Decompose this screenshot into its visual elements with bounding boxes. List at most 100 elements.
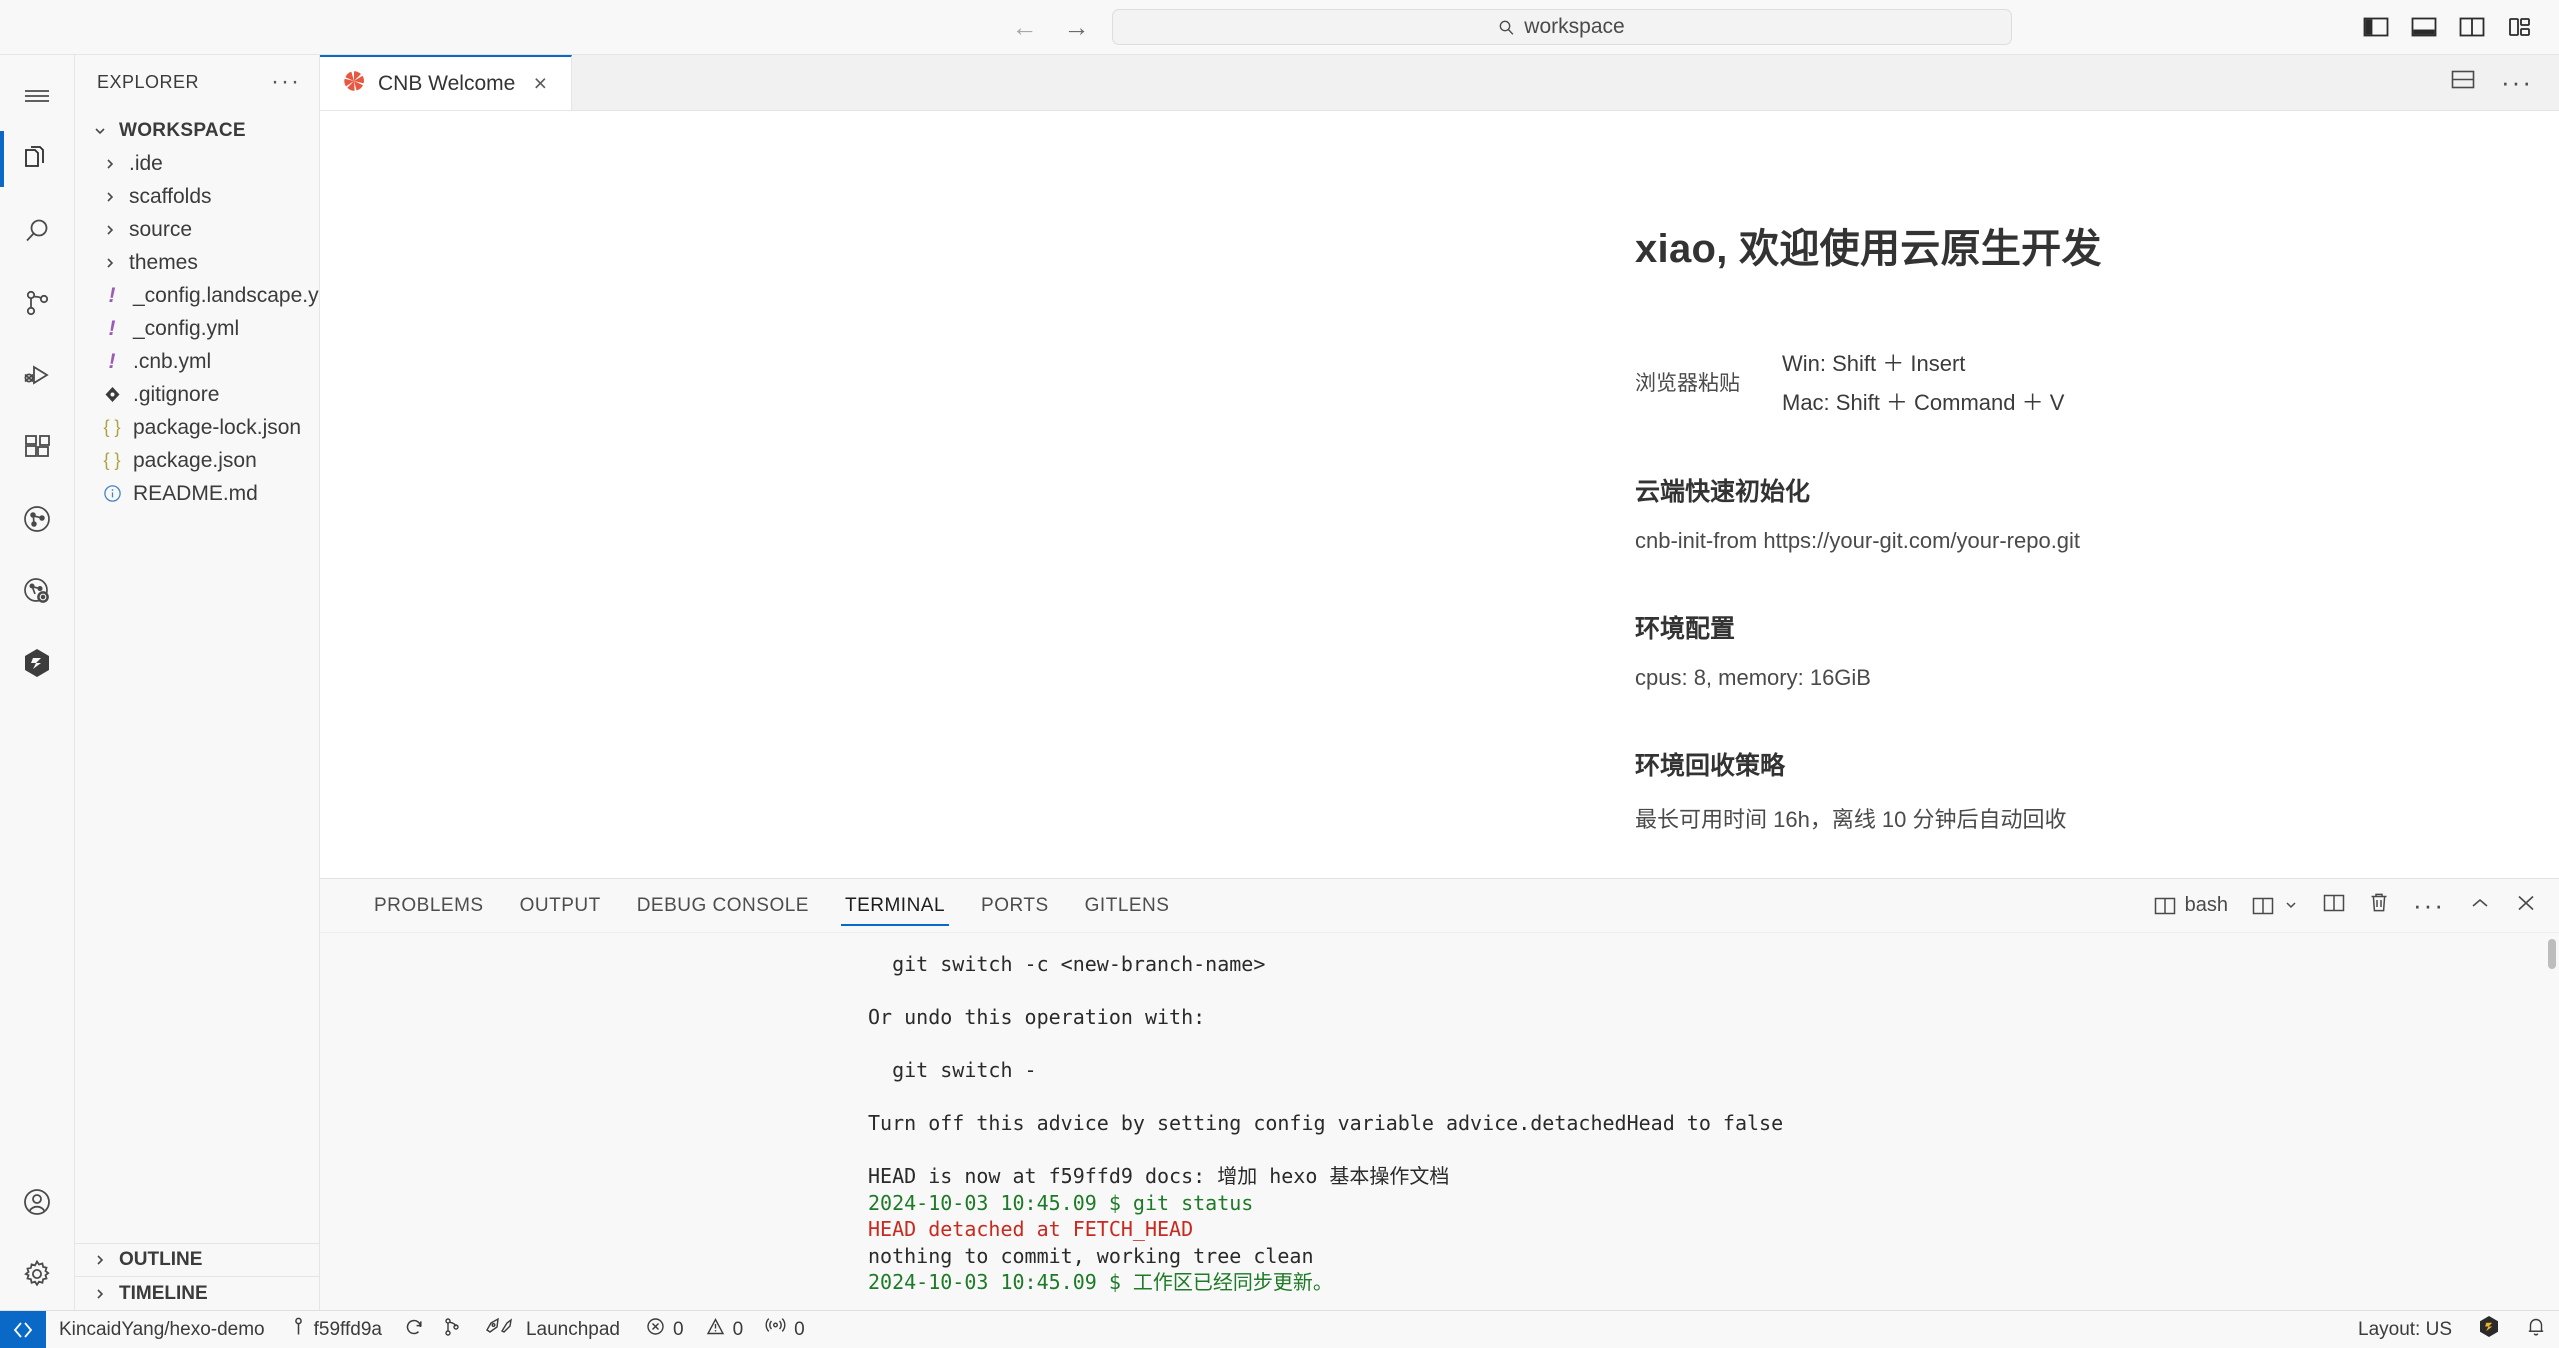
bottom-panel: PROBLEMS OUTPUT DEBUG CONSOLE TERMINAL P… [320,878,2559,1310]
trash-icon[interactable] [2369,892,2389,919]
search-icon[interactable] [0,195,75,267]
gear-icon[interactable] [0,1238,75,1310]
editor-column: CNB Welcome × ··· xiao, 欢迎使用云原生开发 浏览器粘贴 [320,55,2559,1310]
explorer-icon[interactable] [0,123,75,195]
sidebar-sections: OUTLINE TIMELINE [75,1243,319,1310]
terminal-line: nothing to commit, working tree clean [868,1243,1314,1268]
tree-item-label: _config.landscape.yml [133,283,319,307]
tree-item-file[interactable]: .gitignore [75,378,319,411]
toggle-panel-icon[interactable] [2411,16,2437,38]
tab-output[interactable]: OUTPUT [502,879,619,932]
status-warning-count[interactable]: 0 [697,1311,753,1348]
tree-item-file[interactable]: { } package-lock.json [75,411,319,444]
close-icon[interactable] [2515,893,2537,919]
toggle-secondary-sidebar-icon[interactable] [2459,16,2485,38]
status-git-branch[interactable]: f59ffd9a [278,1311,395,1348]
warning-icon [706,1317,725,1342]
editor-content: xiao, 欢迎使用云原生开发 浏览器粘贴 Win: Shift ＋ Inser… [320,111,2559,878]
tree-item-file[interactable]: ! _config.landscape.yml [75,279,320,312]
tree-item-folder[interactable]: scaffolds [75,180,319,213]
status-error-count[interactable]: 0 [633,1311,697,1348]
tab-gitlens[interactable]: GITLENS [1067,879,1188,932]
chevron-right-icon [89,1287,111,1301]
chevron-right-icon [99,190,121,204]
gitlens-inspect-icon[interactable] [0,555,75,627]
tab-debug-console[interactable]: DEBUG CONSOLE [619,879,827,932]
tree-root-workspace[interactable]: WORKSPACE [75,114,319,147]
arrow-left-icon[interactable]: ← [1008,10,1042,44]
sidebar-section-label: TIMELINE [119,1282,208,1304]
radio-tower-icon [765,1317,786,1342]
tree-item-file[interactable]: README.md [75,477,319,510]
tab-problems[interactable]: PROBLEMS [356,879,502,932]
status-repo-name[interactable]: KincaidYang/hexo-demo [46,1311,278,1348]
terminal-output[interactable]: git switch -c <new-branch-name> Or undo … [320,933,2559,1310]
tree-item-label: .gitignore [133,382,220,406]
sidebar-header: EXPLORER ··· [75,55,319,110]
tree-item-file[interactable]: { } package.json [75,444,319,477]
extensions-icon[interactable] [0,411,75,483]
menu-icon[interactable] [0,69,75,123]
search-input[interactable]: workspace [1111,9,2012,45]
bell-icon [2526,1316,2546,1343]
editor-tab-bar: CNB Welcome × ··· [320,55,2559,111]
tree-item-folder[interactable]: source [75,213,319,246]
gitlens-icon[interactable] [0,483,75,555]
markdown-file-icon [99,484,125,503]
split-terminal-icon[interactable] [2323,893,2345,919]
status-sync-changes[interactable] [395,1311,433,1348]
tree-item-file[interactable]: ! _config.yml [75,312,319,345]
panel-header: PROBLEMS OUTPUT DEBUG CONSOLE TERMINAL P… [320,879,2559,933]
tree-root-label: WORKSPACE [119,119,246,141]
status-label: Layout: US [2358,1318,2452,1340]
status-cnb[interactable] [2465,1311,2513,1348]
customize-layout-icon[interactable] [2507,16,2533,38]
close-icon[interactable]: × [527,70,553,97]
status-notifications[interactable] [2513,1311,2559,1348]
active-terminal-bash[interactable]: bash [2154,894,2228,917]
vscode-window: ← → workspace EXPLORER ··· WORKSPACE .id… [0,0,2559,1348]
chevron-up-icon[interactable] [2469,893,2491,919]
status-ports-count[interactable]: 0 [752,1311,818,1348]
json-file-icon: { } [103,417,121,437]
activity-bar [0,55,75,1310]
sidebar-more-actions-icon[interactable]: ··· [271,69,301,94]
status-bar-right: Layout: US [2345,1311,2559,1348]
status-gitlens-launchpad[interactable]: Launchpad [471,1311,633,1348]
split-editor-icon[interactable] [2451,69,2475,97]
toggle-primary-sidebar-icon[interactable] [2363,16,2389,38]
page-title: xiao, 欢迎使用云原生开发 [1635,227,2102,271]
cnb-cube-icon[interactable] [0,627,75,699]
section-heading-init: 云端快速初始化 [1635,478,1811,506]
panel-actions: bash ··· [2154,892,2537,919]
run-debug-icon[interactable] [0,339,75,411]
status-keyboard-layout[interactable]: Layout: US [2345,1311,2465,1348]
more-actions-icon[interactable]: ··· [2501,69,2533,94]
status-label: 0 [732,1318,744,1340]
tree-item-folder[interactable]: themes [75,246,319,279]
section-heading-env: 环境配置 [1635,615,1736,643]
sidebar-section-timeline[interactable]: TIMELINE [75,1277,319,1310]
account-icon[interactable] [0,1166,75,1238]
status-label: Launchpad [525,1318,620,1340]
remote-window-icon[interactable] [0,1310,46,1348]
tab-cnb-welcome[interactable]: CNB Welcome × [320,55,573,110]
arrow-right-icon[interactable]: → [1060,10,1094,44]
layout-controls [2259,16,2559,38]
status-gitlens-graph[interactable] [433,1311,471,1348]
paste-hint-mac: Mac: Shift ＋ Command ＋ V [1782,390,2065,415]
tree-item-file[interactable]: ! .cnb.yml [75,345,319,378]
tree-item-label: _config.yml [133,316,240,340]
panel-tabs: PROBLEMS OUTPUT DEBUG CONSOLE TERMINAL P… [356,879,1187,932]
tab-terminal[interactable]: TERMINAL [827,879,963,932]
terminal-scrollbar[interactable] [2548,939,2556,969]
chevron-down-icon[interactable] [2283,893,2299,919]
source-control-icon[interactable] [0,267,75,339]
sidebar-section-outline[interactable]: OUTLINE [75,1244,319,1277]
chevron-down-icon [89,124,111,138]
tab-ports[interactable]: PORTS [963,879,1067,932]
new-terminal-button[interactable] [2252,893,2299,919]
tree-item-folder[interactable]: .ide [75,147,319,180]
more-actions-icon[interactable]: ··· [2413,892,2445,917]
